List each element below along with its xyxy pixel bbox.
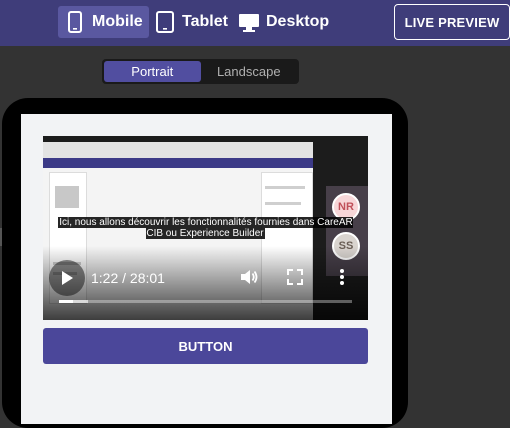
mobile-view-button[interactable]: Mobile bbox=[58, 6, 149, 38]
video-caption: Ici, nous allons découvrir les fonctionn… bbox=[53, 217, 358, 239]
mobile-label: Mobile bbox=[92, 13, 143, 30]
device-toolbar: Mobile Tablet Desktop LIVE PREVIEW bbox=[0, 0, 510, 46]
video-frame-line bbox=[265, 186, 305, 189]
mobile-icon bbox=[68, 11, 82, 33]
video-progress-bar[interactable] bbox=[59, 300, 352, 303]
video-progress-fill bbox=[59, 300, 74, 303]
desktop-icon bbox=[239, 14, 259, 32]
volume-icon[interactable] bbox=[239, 267, 259, 287]
orientation-toggle: Portrait Landscape bbox=[102, 59, 299, 84]
video-time: 1:22 / 28:01 bbox=[91, 270, 165, 286]
video-frame-line bbox=[265, 202, 301, 205]
landscape-option[interactable]: Landscape bbox=[201, 61, 298, 82]
device-frame: NR SS Ici, nous allons découvrir les fon… bbox=[2, 98, 408, 428]
more-options-icon[interactable] bbox=[339, 268, 345, 286]
device-screen: NR SS Ici, nous allons découvrir les fon… bbox=[21, 114, 392, 424]
desktop-view-button[interactable]: Desktop bbox=[232, 6, 335, 38]
video-player[interactable]: NR SS Ici, nous allons découvrir les fon… bbox=[43, 136, 368, 320]
play-button[interactable] bbox=[49, 260, 85, 296]
play-icon bbox=[62, 271, 73, 285]
caption-text: Ici, nous allons découvrir les fonctionn… bbox=[58, 217, 353, 239]
tablet-view-button[interactable]: Tablet bbox=[148, 6, 234, 38]
video-frame-browser-bar bbox=[43, 142, 313, 158]
content-panel: NR SS Ici, nous allons découvrir les fon… bbox=[21, 114, 392, 424]
primary-button[interactable]: BUTTON bbox=[43, 328, 368, 364]
desktop-label: Desktop bbox=[266, 13, 330, 30]
live-preview-button[interactable]: LIVE PREVIEW bbox=[394, 4, 510, 40]
video-frame-app-header bbox=[43, 158, 313, 168]
video-frame-image bbox=[55, 186, 79, 208]
tablet-label: Tablet bbox=[182, 13, 228, 30]
tablet-icon bbox=[156, 11, 174, 33]
portrait-option[interactable]: Portrait bbox=[104, 61, 201, 82]
fullscreen-icon[interactable] bbox=[287, 269, 303, 285]
